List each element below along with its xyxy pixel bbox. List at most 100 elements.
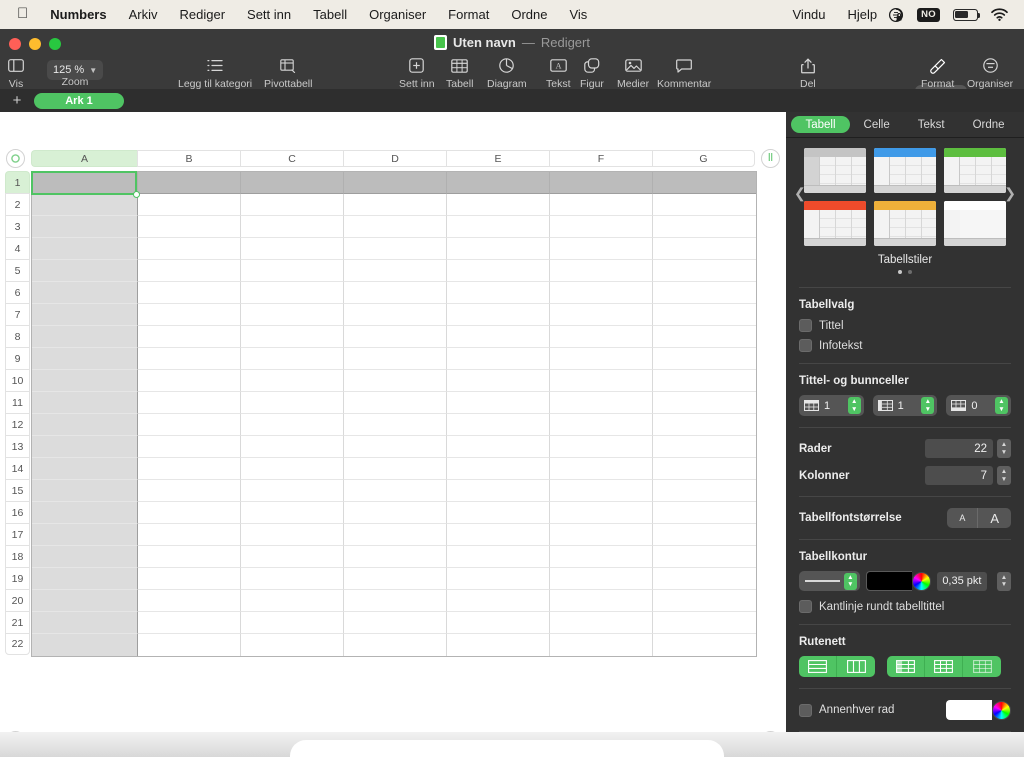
cell-D3[interactable] bbox=[344, 216, 447, 238]
cell-A18[interactable] bbox=[32, 546, 138, 568]
table-style-blue[interactable] bbox=[874, 148, 936, 193]
cell-F10[interactable] bbox=[550, 370, 653, 392]
comment-button[interactable]: Kommentar bbox=[657, 56, 711, 90]
cell-F12[interactable] bbox=[550, 414, 653, 436]
cell-G17[interactable] bbox=[653, 524, 756, 546]
table-row[interactable] bbox=[32, 634, 756, 656]
cell-B9[interactable] bbox=[138, 348, 241, 370]
cell-D17[interactable] bbox=[344, 524, 447, 546]
table-row[interactable] bbox=[32, 590, 756, 612]
cell-E22[interactable] bbox=[447, 634, 550, 656]
cell-C13[interactable] bbox=[241, 436, 344, 458]
column-header-f[interactable]: F bbox=[549, 150, 652, 167]
header-rows-stepper-arrows[interactable]: ▲ ▼ bbox=[847, 397, 861, 414]
header-rows-stepper[interactable]: 1 ▲ ▼ bbox=[799, 395, 864, 416]
cell-G19[interactable] bbox=[653, 568, 756, 590]
menu-item-organiser[interactable]: Organiser bbox=[358, 7, 437, 22]
row-header-14[interactable]: 14 bbox=[5, 457, 30, 479]
cell-D12[interactable] bbox=[344, 414, 447, 436]
cell-B10[interactable] bbox=[138, 370, 241, 392]
cell-D13[interactable] bbox=[344, 436, 447, 458]
cell-G20[interactable] bbox=[653, 590, 756, 612]
tab-tekst[interactable]: Tekst bbox=[904, 116, 959, 133]
cell-F14[interactable] bbox=[550, 458, 653, 480]
cell-E19[interactable] bbox=[447, 568, 550, 590]
footer-rows-stepper[interactable]: 0 ▲ ▼ bbox=[946, 395, 1012, 416]
cell-B16[interactable] bbox=[138, 502, 241, 524]
kantlinje-checkbox[interactable] bbox=[799, 600, 812, 613]
cell-E18[interactable] bbox=[447, 546, 550, 568]
cell-B20[interactable] bbox=[138, 590, 241, 612]
cell-A2[interactable] bbox=[32, 194, 138, 216]
row-header-17[interactable]: 17 bbox=[5, 523, 30, 545]
view-button[interactable]: Vis bbox=[8, 56, 24, 90]
cell-C10[interactable] bbox=[241, 370, 344, 392]
alternating-color-swatch[interactable] bbox=[946, 700, 992, 720]
cell-C4[interactable] bbox=[241, 238, 344, 260]
page-dot-1[interactable] bbox=[898, 270, 902, 274]
table-row[interactable] bbox=[32, 436, 756, 458]
pivot-table-button[interactable]: Pivottabell bbox=[264, 56, 312, 90]
cell-C19[interactable] bbox=[241, 568, 344, 590]
cell-A13[interactable] bbox=[32, 436, 138, 458]
table-row[interactable] bbox=[32, 568, 756, 590]
row-header-2[interactable]: 2 bbox=[5, 193, 30, 215]
menu-item-numbers[interactable]: Numbers bbox=[39, 7, 117, 22]
cell-G22[interactable] bbox=[653, 634, 756, 656]
row-header-15[interactable]: 15 bbox=[5, 479, 30, 501]
tab-ordne[interactable]: Ordne bbox=[959, 116, 1019, 133]
cell-D6[interactable] bbox=[344, 282, 447, 304]
text-button[interactable]: A Tekst bbox=[546, 56, 571, 90]
alternating-color-wheel-icon[interactable] bbox=[992, 700, 1011, 720]
rows-stepper[interactable]: ▲ ▼ bbox=[997, 439, 1011, 458]
share-button[interactable]: Del bbox=[800, 56, 816, 90]
table-row[interactable] bbox=[32, 172, 756, 194]
cell-F19[interactable] bbox=[550, 568, 653, 590]
row-header-19[interactable]: 19 bbox=[5, 567, 30, 589]
row-header-10[interactable]: 10 bbox=[5, 369, 30, 391]
keyboard-layout-badge[interactable]: NO bbox=[917, 7, 940, 22]
rows-input[interactable]: 22 bbox=[925, 439, 993, 458]
row-header-8[interactable]: 8 bbox=[5, 325, 30, 347]
cell-D21[interactable] bbox=[344, 612, 447, 634]
cell-A20[interactable] bbox=[32, 590, 138, 612]
cell-F13[interactable] bbox=[550, 436, 653, 458]
cell-C1[interactable] bbox=[241, 172, 344, 194]
cell-D10[interactable] bbox=[344, 370, 447, 392]
table-row[interactable] bbox=[32, 524, 756, 546]
cell-G2[interactable] bbox=[653, 194, 756, 216]
cell-A3[interactable] bbox=[32, 216, 138, 238]
row-header-3[interactable]: 3 bbox=[5, 215, 30, 237]
table-style-gray[interactable] bbox=[804, 148, 866, 193]
outline-width-stepper[interactable]: ▲ ▼ bbox=[997, 571, 1011, 591]
cell-C14[interactable] bbox=[241, 458, 344, 480]
add-column-handle[interactable]: ‖ bbox=[761, 149, 780, 168]
cell-C15[interactable] bbox=[241, 480, 344, 502]
cell-B8[interactable] bbox=[138, 326, 241, 348]
add-sheet-button[interactable]: + bbox=[10, 93, 24, 108]
cell-C18[interactable] bbox=[241, 546, 344, 568]
grid-vertical-icon[interactable] bbox=[837, 656, 875, 677]
cell-G9[interactable] bbox=[653, 348, 756, 370]
cell-G5[interactable] bbox=[653, 260, 756, 282]
cell-G1[interactable] bbox=[653, 172, 756, 194]
table-style-green[interactable] bbox=[944, 148, 1006, 193]
cell-D15[interactable] bbox=[344, 480, 447, 502]
column-header-e[interactable]: E bbox=[446, 150, 549, 167]
menu-item-hjelp[interactable]: Hjelp bbox=[837, 7, 889, 22]
cell-A4[interactable] bbox=[32, 238, 138, 260]
cell-D11[interactable] bbox=[344, 392, 447, 414]
apple-menu-icon[interactable]:  bbox=[8, 6, 39, 23]
table-row[interactable] bbox=[32, 216, 756, 238]
cell-F20[interactable] bbox=[550, 590, 653, 612]
row-header-4[interactable]: 4 bbox=[5, 237, 30, 259]
cell-F2[interactable] bbox=[550, 194, 653, 216]
table-button[interactable]: Tabell bbox=[446, 56, 473, 90]
cell-C5[interactable] bbox=[241, 260, 344, 282]
cell-F15[interactable] bbox=[550, 480, 653, 502]
outline-width-input[interactable]: 0,35 pkt bbox=[936, 571, 987, 591]
grid-horizontal-icon[interactable] bbox=[799, 656, 837, 677]
cell-C9[interactable] bbox=[241, 348, 344, 370]
table-row[interactable] bbox=[32, 260, 756, 282]
cell-B2[interactable] bbox=[138, 194, 241, 216]
